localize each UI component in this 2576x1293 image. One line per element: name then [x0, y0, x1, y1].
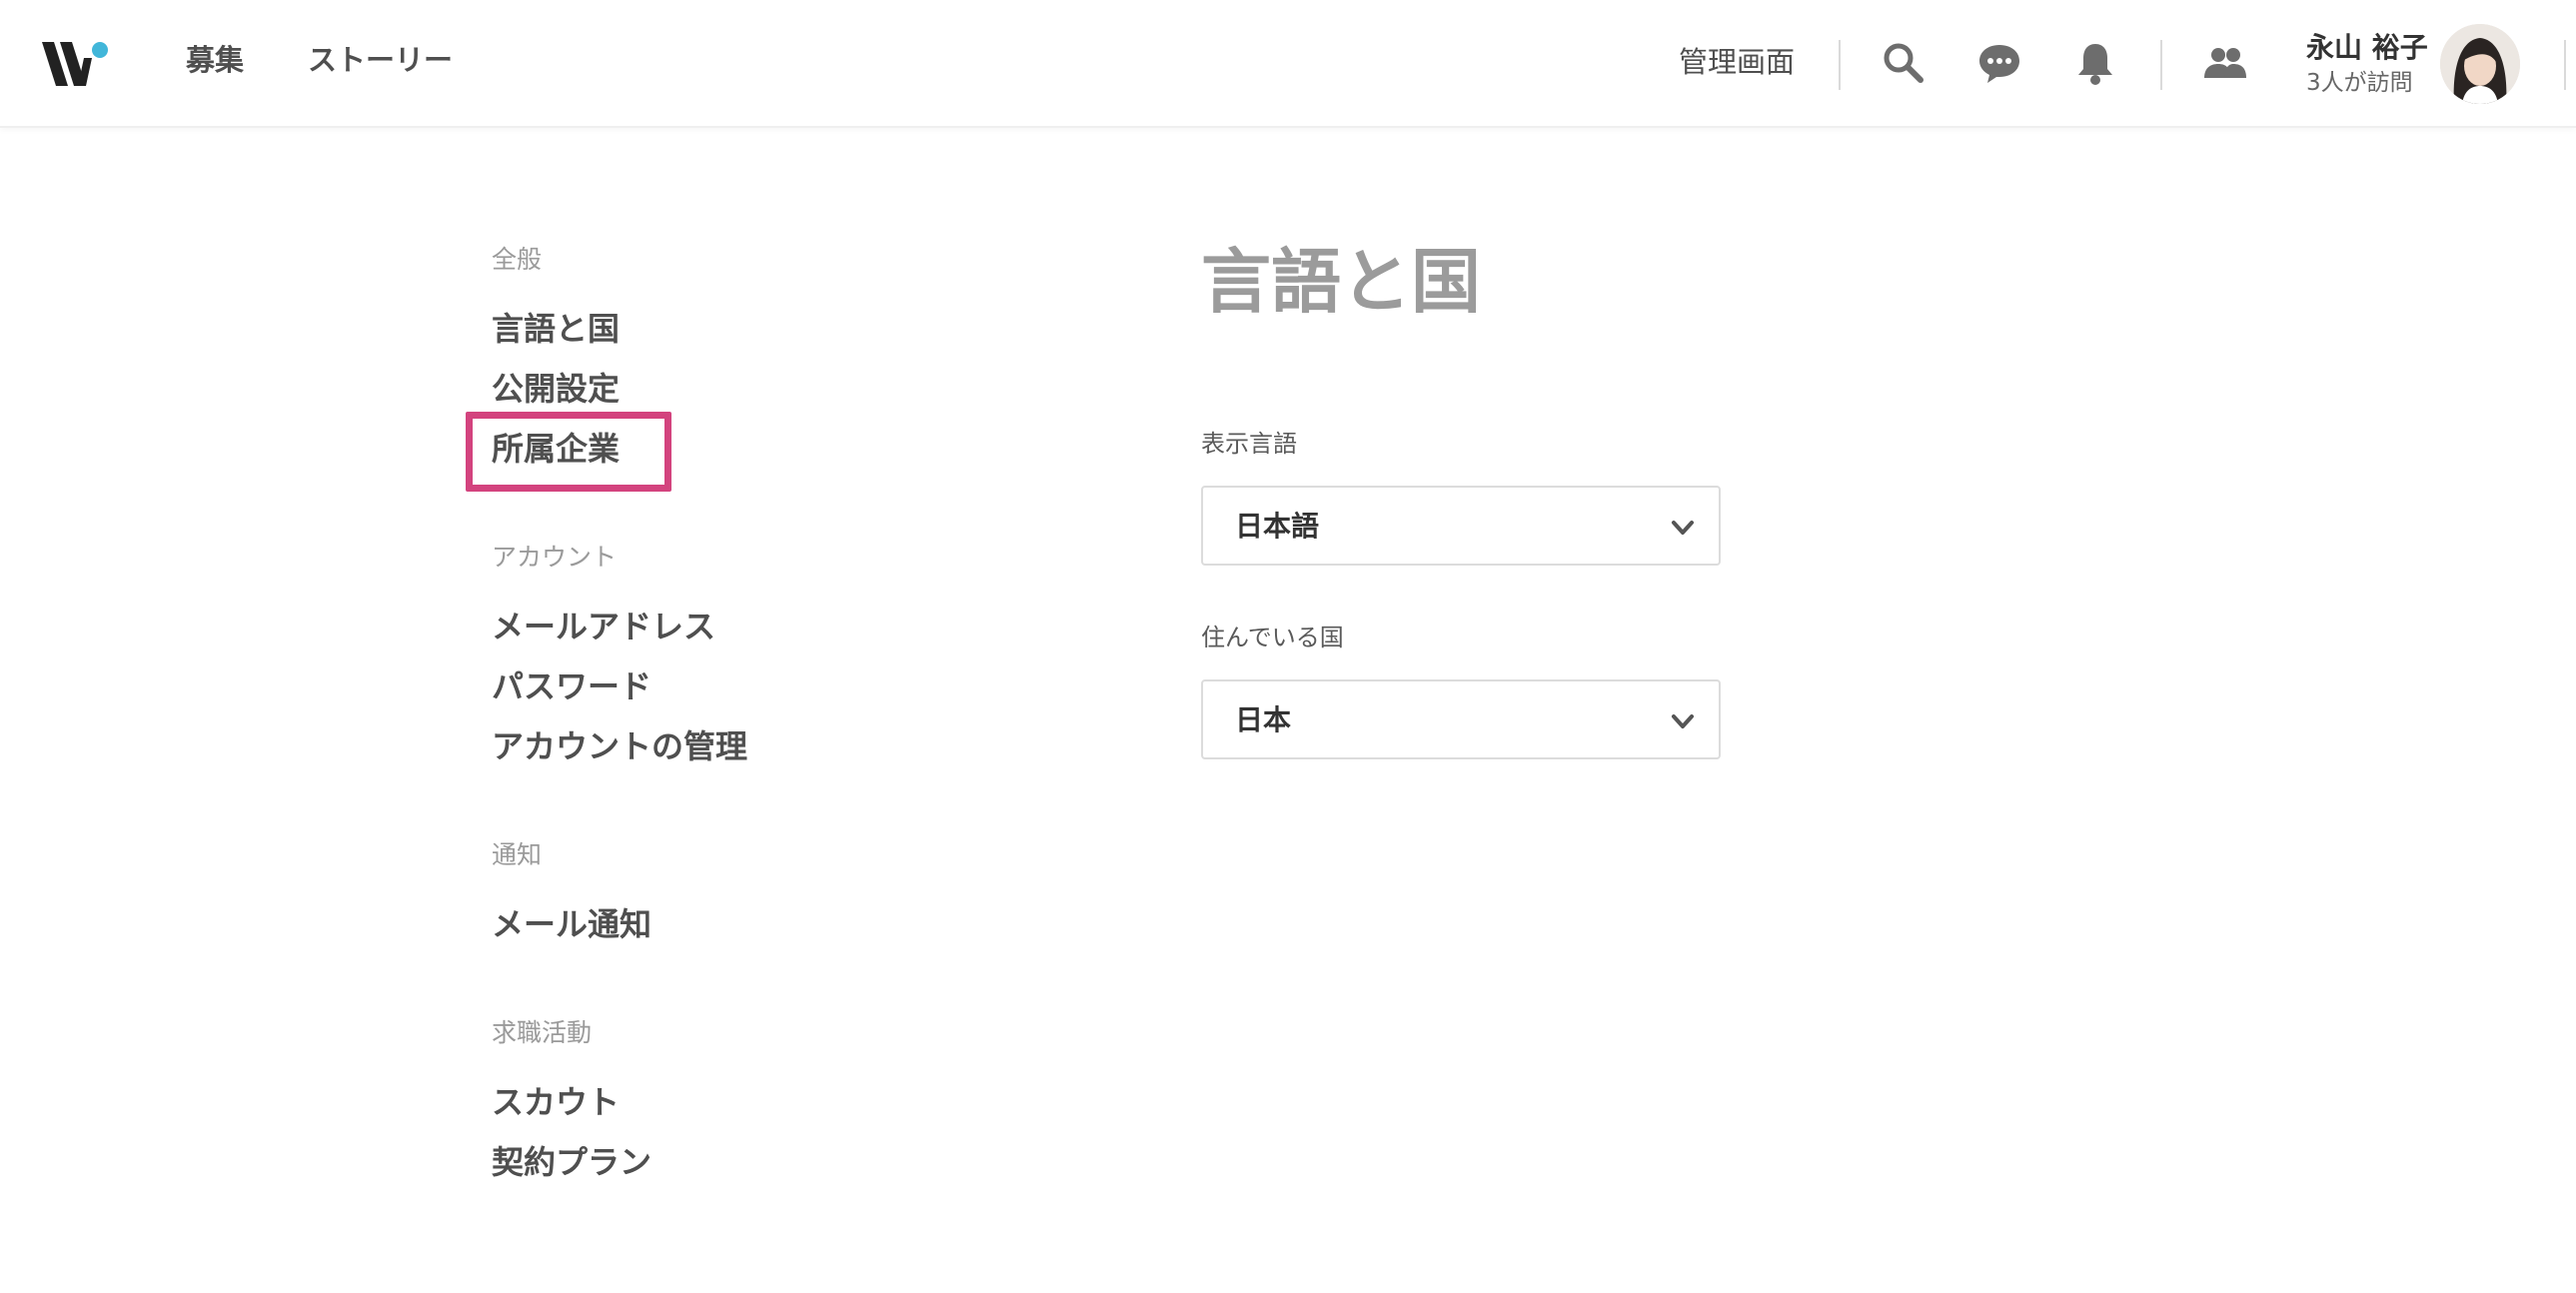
country-value: 日本	[1235, 703, 1292, 736]
sidebar-item-plan[interactable]: 契約プラン	[492, 1141, 651, 1183]
country-label: 住んでいる国	[1201, 624, 1344, 651]
sidebar-item-email[interactable]: メールアドレス	[492, 606, 715, 647]
nav-stories-link[interactable]: ストーリー	[308, 40, 453, 80]
bell-icon[interactable]	[2070, 38, 2120, 88]
sidebar-item-language-country[interactable]: 言語と国	[492, 308, 620, 350]
people-icon[interactable]	[2200, 38, 2250, 88]
country-select[interactable]: 日本	[1201, 679, 1721, 759]
admin-link[interactable]: 管理画面	[1679, 42, 1795, 82]
chevron-down-icon	[1672, 714, 1694, 728]
avatar[interactable]	[2440, 24, 2520, 104]
visitor-count[interactable]: 3人が訪問	[2306, 68, 2413, 98]
highlight-box	[466, 412, 671, 492]
sidebar-item-scout[interactable]: スカウト	[492, 1081, 620, 1123]
chevron-down-icon	[1672, 521, 1694, 535]
divider	[2564, 40, 2566, 90]
section-label-general: 全般	[492, 245, 543, 274]
search-icon[interactable]	[1879, 38, 1929, 88]
section-label-notifications: 通知	[492, 840, 543, 869]
section-label-account: アカウント	[492, 543, 618, 572]
nav-recruit-link[interactable]: 募集	[186, 40, 244, 80]
sidebar-item-email-notifications[interactable]: メール通知	[492, 903, 651, 945]
top-navigation-bar: 募集 ストーリー 管理画面 永山 裕子 3人が訪問	[0, 0, 2576, 128]
section-label-job-search: 求職活動	[492, 1018, 593, 1047]
divider	[1839, 40, 1841, 90]
divider	[2160, 40, 2162, 90]
display-language-label: 表示言語	[1201, 430, 1297, 458]
display-language-value: 日本語	[1235, 510, 1320, 543]
chat-icon[interactable]	[1974, 38, 2024, 88]
user-name[interactable]: 永山 裕子	[2306, 30, 2428, 66]
sidebar-item-password[interactable]: パスワード	[492, 665, 651, 707]
logo-icon[interactable]	[40, 38, 112, 92]
page-title: 言語と国	[1201, 241, 1481, 323]
display-language-select[interactable]: 日本語	[1201, 486, 1721, 566]
sidebar-item-visibility[interactable]: 公開設定	[492, 368, 620, 410]
sidebar-item-account-management[interactable]: アカウントの管理	[492, 725, 747, 767]
